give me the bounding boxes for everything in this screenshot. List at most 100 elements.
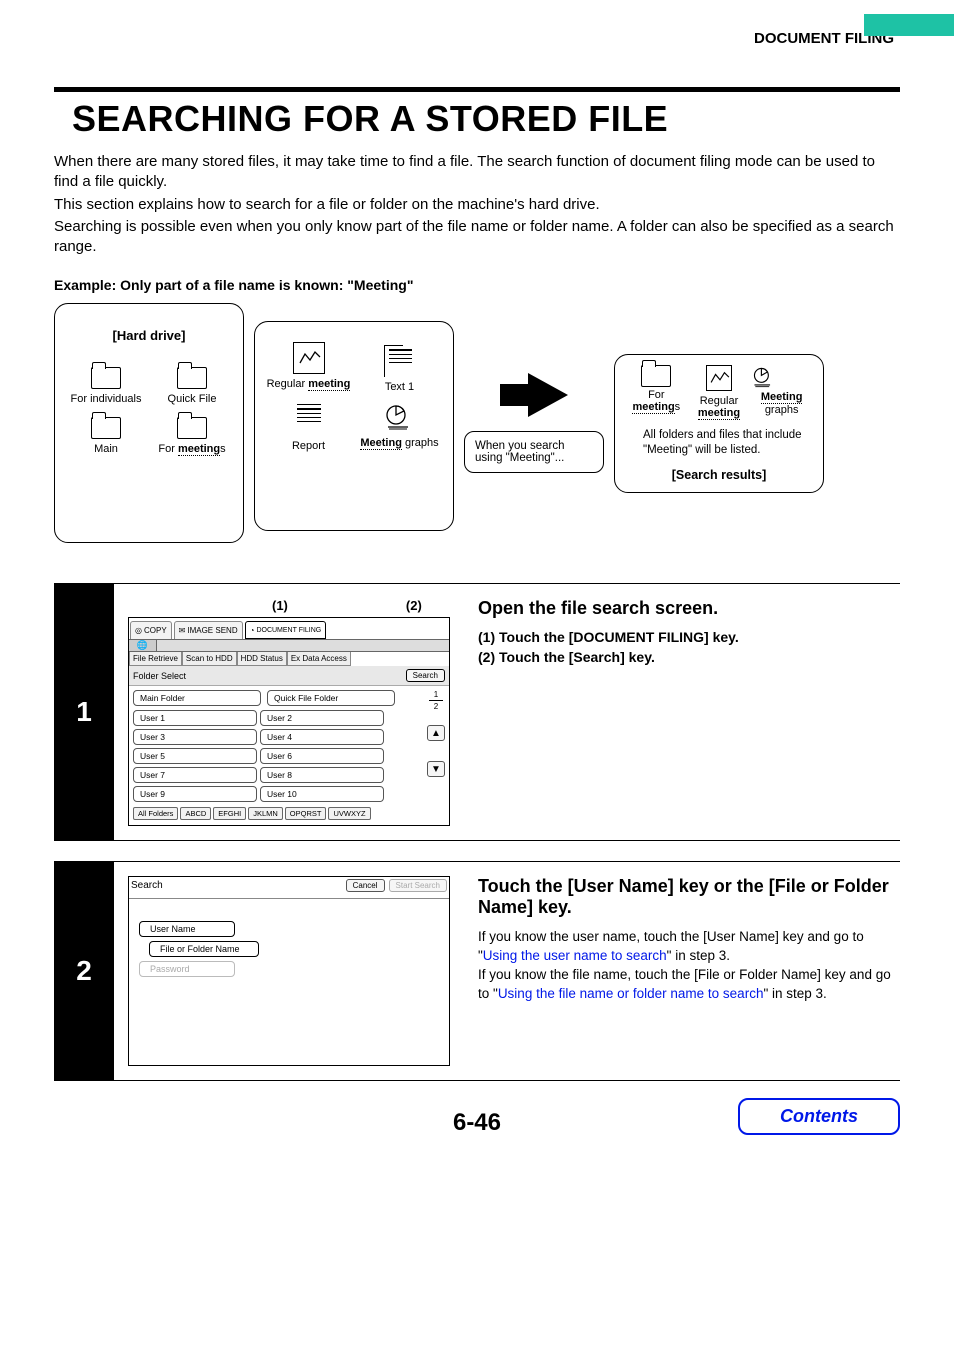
subtab-scan-to-hdd[interactable]: Scan to HDD xyxy=(182,652,237,666)
folder-contents-box: Regular meeting Text 1 Report xyxy=(254,321,454,531)
password-button[interactable]: Password xyxy=(139,961,235,977)
touch-panel-search: Search Cancel Start Search User Name Fil… xyxy=(128,876,450,1066)
res-label-bold: meeting xyxy=(698,407,740,419)
folder-label: Main xyxy=(94,443,118,455)
folder-individuals: For individuals xyxy=(64,367,149,405)
folder-for-meetings: For meetings xyxy=(150,417,235,456)
alpha-filter-button[interactable]: JKLMN xyxy=(248,807,283,820)
step-number: 1 xyxy=(54,584,114,840)
user-folder-button[interactable]: User 6 xyxy=(260,748,384,764)
step2-body: If you know the user name, touch the [Us… xyxy=(478,928,892,1004)
user-folder-button[interactable]: User 8 xyxy=(260,767,384,783)
file-regular-meeting: Regular meeting xyxy=(264,342,354,393)
folder-label: Quick File xyxy=(168,393,217,405)
user-folder-button[interactable]: User 5 xyxy=(133,748,257,764)
marker-1: (1) xyxy=(272,598,288,613)
step2-text-b: " in step 3. xyxy=(667,948,730,963)
search-title: Search xyxy=(131,880,163,891)
user-folder-button[interactable]: User 3 xyxy=(133,729,257,745)
step2-text-d: " in step 3. xyxy=(763,986,826,1001)
alpha-filter-button[interactable]: UVWXYZ xyxy=(328,807,370,820)
file-or-folder-name-button[interactable]: File or Folder Name xyxy=(149,941,259,957)
folder-icon xyxy=(91,367,121,389)
res-label-pre: For xyxy=(648,389,665,401)
search-button[interactable]: Search xyxy=(406,669,445,682)
results-note: All folders and files that include "Meet… xyxy=(643,428,813,458)
step-number: 2 xyxy=(54,862,114,1080)
user-folder-button[interactable]: User 4 xyxy=(260,729,384,745)
intro-p1: When there are many stored files, it may… xyxy=(54,152,900,193)
alpha-filter-button[interactable]: EFGHI xyxy=(213,807,246,820)
alpha-filter-button[interactable]: ABCD xyxy=(180,807,211,820)
file-report: Report xyxy=(264,401,354,452)
user-folder-button[interactable]: User 2 xyxy=(260,710,384,726)
folder-icon xyxy=(91,417,121,439)
touch-panel-folder-select: ◎ COPY ✉ IMAGE SEND ◔ DOCUMENT FILING 🌐 … xyxy=(128,617,450,826)
result-meeting-graphs: Meeting graphs xyxy=(751,365,813,420)
chart-icon xyxy=(293,342,325,374)
step2-heading: Touch the [User Name] key or the [File o… xyxy=(478,876,892,918)
quick-file-folder-button[interactable]: Quick File Folder xyxy=(267,690,395,706)
results-label: [Search results] xyxy=(625,468,813,482)
tab-copy[interactable]: ◎ COPY xyxy=(130,621,172,639)
res-label-suf: graphs xyxy=(765,404,799,416)
file-label-pre: Regular xyxy=(267,378,309,390)
folder-label-bold: meeting xyxy=(178,443,220,455)
tab-image-send[interactable]: ✉ IMAGE SEND xyxy=(174,621,243,639)
alpha-filter-button[interactable]: OPQRST xyxy=(285,807,327,820)
folder-icon xyxy=(177,367,207,389)
res-label-suf: s xyxy=(675,401,681,413)
user-folder-button[interactable]: User 1 xyxy=(133,710,257,726)
link-file-name-search[interactable]: Using the file name or folder name to se… xyxy=(498,986,764,1001)
file-text1: Text 1 xyxy=(355,342,445,393)
step1-sub1: (1) Touch the [DOCUMENT FILING] key. xyxy=(478,629,892,645)
tab-label: DOCUMENT FILING xyxy=(256,627,321,634)
text-icon xyxy=(293,404,325,436)
folder-select-label: Folder Select xyxy=(133,671,186,681)
example-diagram: [Hard drive] For individuals Quick File … xyxy=(54,303,900,543)
folder-main: Main xyxy=(64,417,149,456)
file-label-bold: Meeting xyxy=(360,437,402,449)
example-label: Example: Only part of a file name is kno… xyxy=(54,277,900,293)
contents-button[interactable]: Contents xyxy=(738,1098,900,1135)
step1-sub2: (2) Touch the [Search] key. xyxy=(478,649,892,665)
subtab-hdd-status[interactable]: HDD Status xyxy=(237,652,287,666)
alpha-filter-row: All FoldersABCDEFGHIJKLMNOPQRSTUVWXYZ xyxy=(129,804,449,825)
arrow-right-icon xyxy=(500,373,568,417)
page-up-button[interactable]: ▲ xyxy=(427,725,445,741)
user-folder-button[interactable]: User 9 xyxy=(133,786,257,802)
main-folder-button[interactable]: Main Folder xyxy=(133,690,261,706)
file-label-bold: meeting xyxy=(308,378,350,390)
subtab-file-retrieve[interactable]: File Retrieve xyxy=(129,652,182,666)
tab-label: IMAGE SEND xyxy=(187,626,237,635)
user-name-button[interactable]: User Name xyxy=(139,921,235,937)
marker-2: (2) xyxy=(406,598,422,613)
subtab-ex-data-access[interactable]: Ex Data Access xyxy=(287,652,351,666)
folder-label: For individuals xyxy=(71,393,142,405)
page-down-button[interactable]: ▼ xyxy=(427,761,445,777)
folder-label-suf: s xyxy=(220,443,226,455)
teal-header-accent xyxy=(864,14,954,36)
file-label: Text 1 xyxy=(385,381,414,393)
folder-quick-file: Quick File xyxy=(150,367,235,405)
link-user-name-search[interactable]: Using the user name to search xyxy=(483,948,667,963)
folder-label-pre: For xyxy=(158,443,178,455)
intro-p3: Searching is possible even when you only… xyxy=(54,217,900,258)
title-rule xyxy=(54,87,900,92)
hard-drive-box: [Hard drive] For individuals Quick File … xyxy=(54,303,244,543)
res-label-bold: Meeting xyxy=(761,391,803,403)
folder-icon xyxy=(177,417,207,439)
pie-icon xyxy=(384,401,416,433)
res-label-bold: meeting xyxy=(632,401,674,413)
start-search-button[interactable]: Start Search xyxy=(389,879,447,892)
alpha-filter-button[interactable]: All Folders xyxy=(133,807,178,820)
intro-p2: This section explains how to search for … xyxy=(54,195,900,215)
user-folder-button[interactable]: User 7 xyxy=(133,767,257,783)
user-folder-button[interactable]: User 10 xyxy=(260,786,384,802)
cancel-button[interactable]: Cancel xyxy=(346,879,385,892)
search-callout: When you search using "Meeting"... xyxy=(464,431,604,473)
page-indicator-bottom: 2 xyxy=(427,702,445,711)
globe-icon[interactable]: 🌐 xyxy=(129,640,157,651)
tab-document-filing[interactable]: ◔ DOCUMENT FILING xyxy=(245,621,327,639)
result-regular-meeting: Regular meeting xyxy=(688,365,750,420)
